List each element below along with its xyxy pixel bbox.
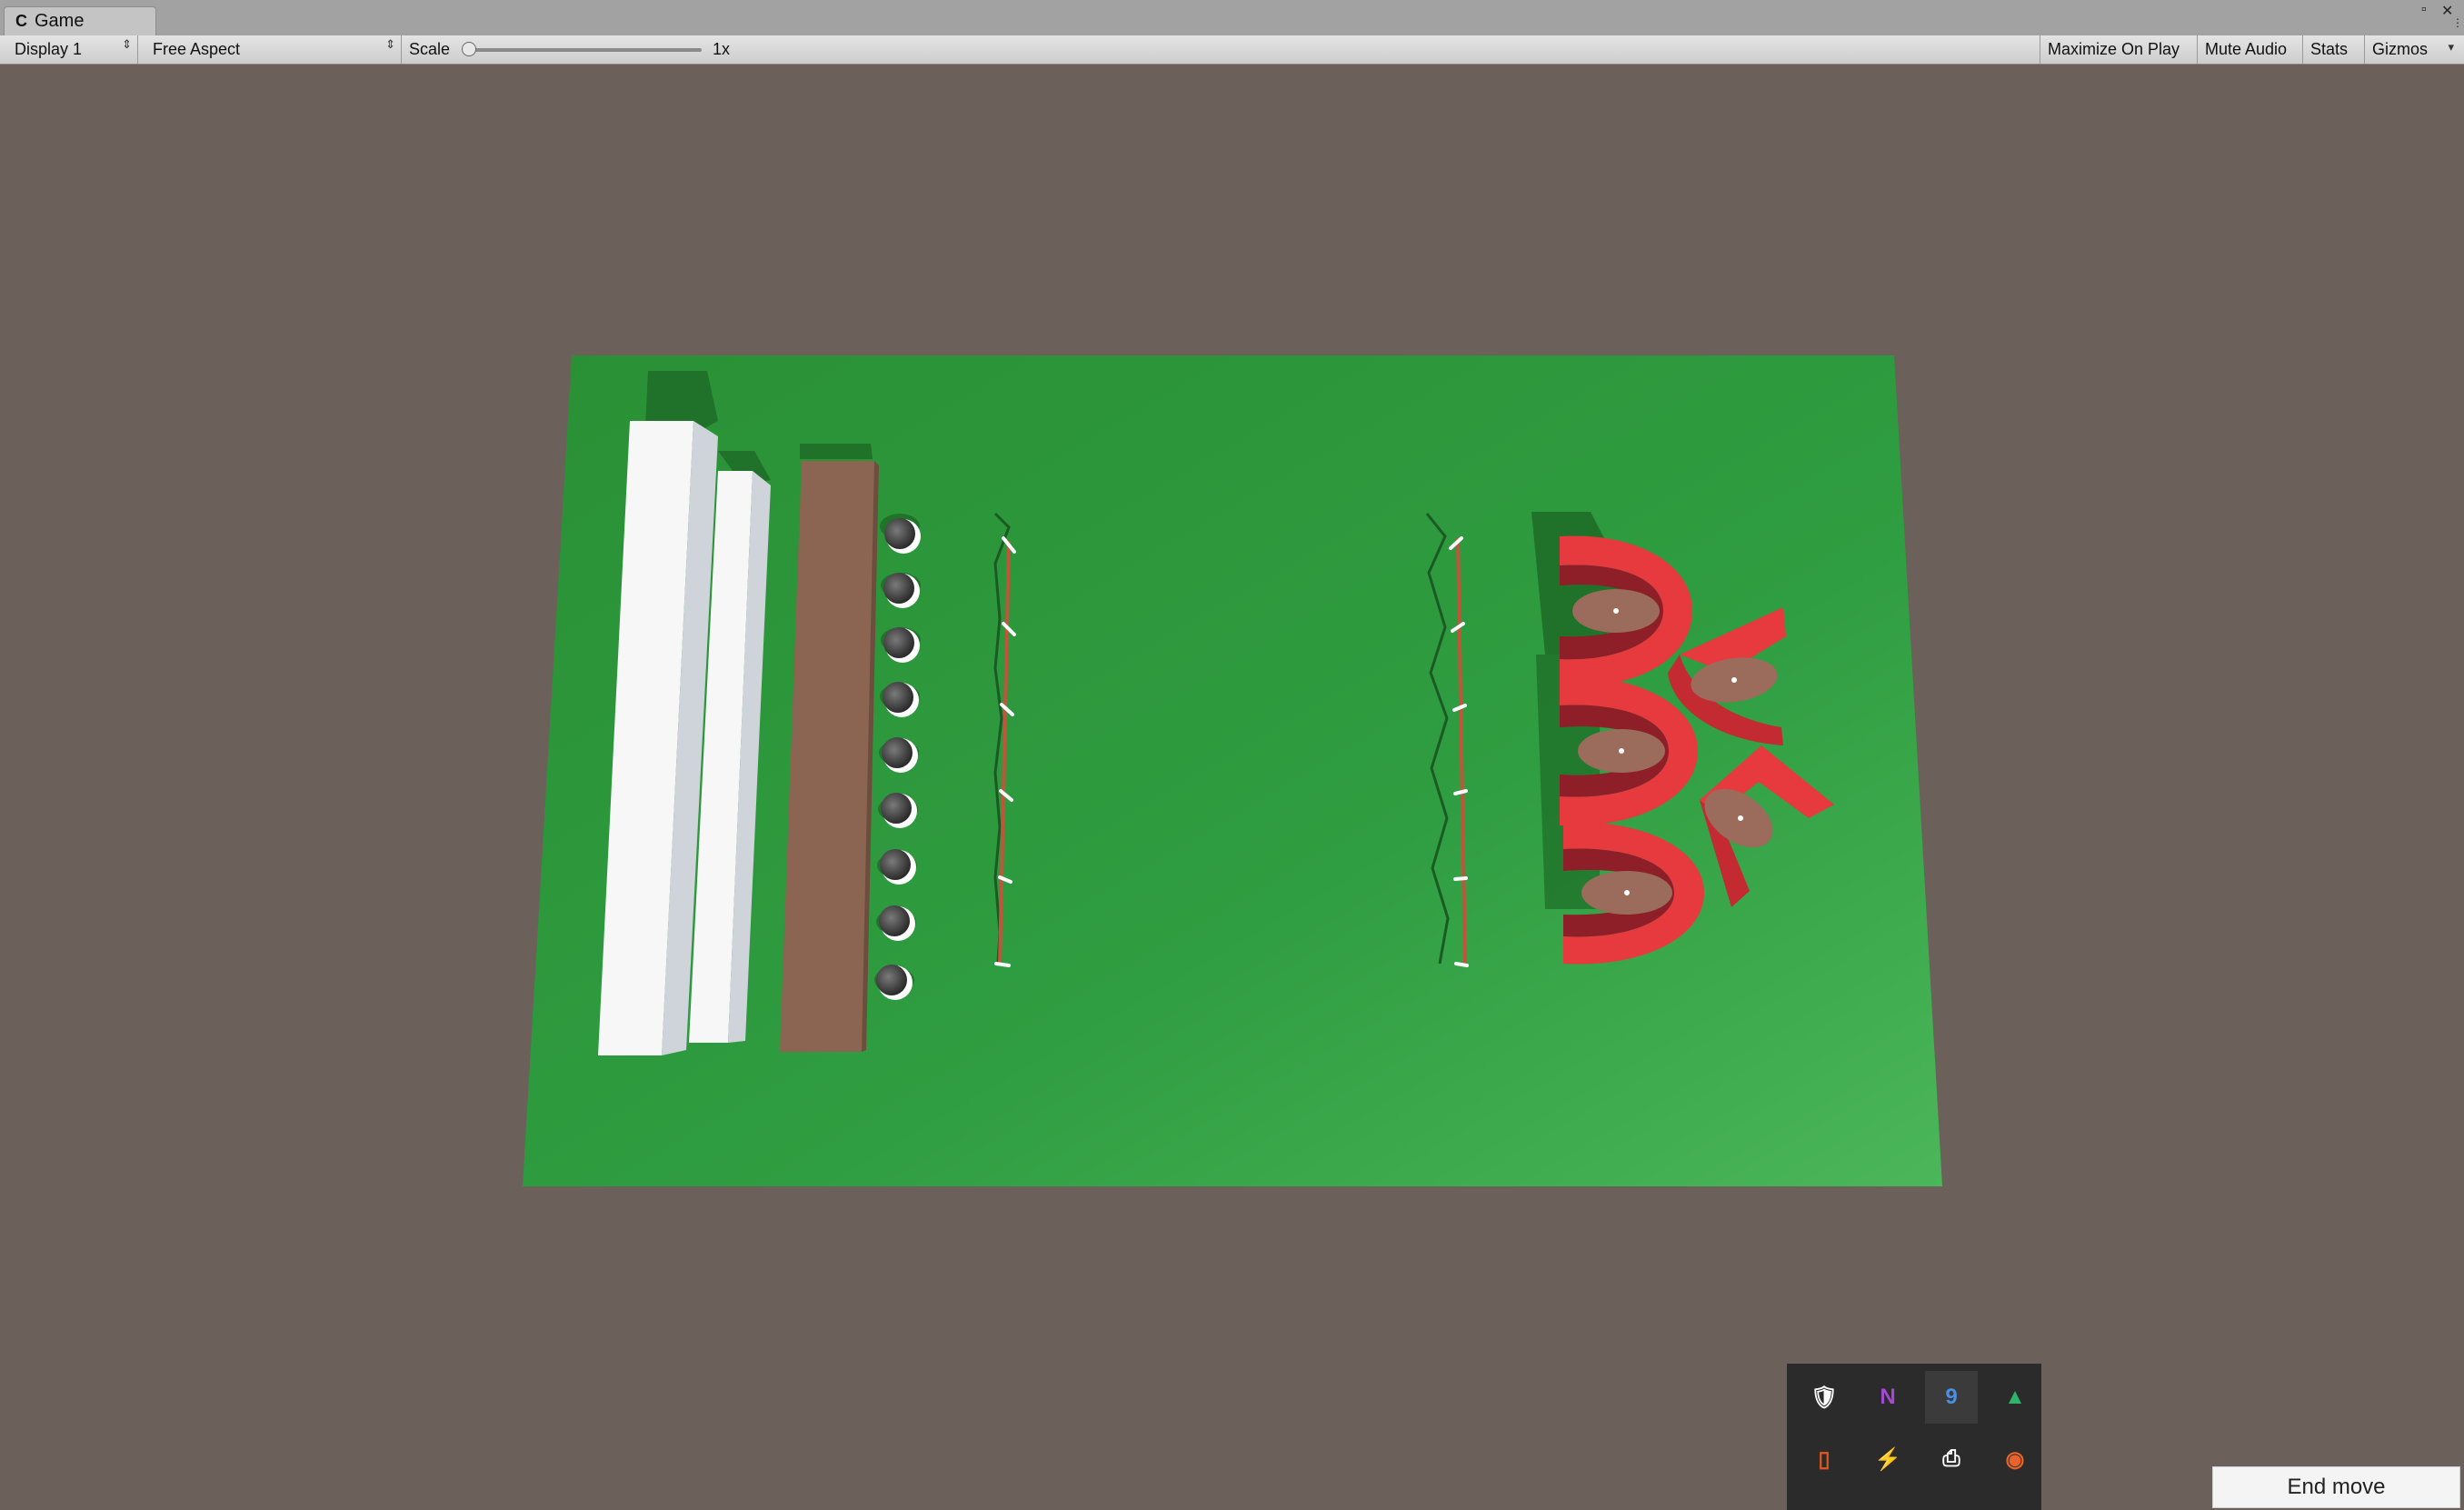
display-dropdown[interactable]: Display 1 ⇕	[7, 35, 138, 64]
tab-game[interactable]: C Game	[4, 6, 156, 35]
office-icon-glyph: ▯	[1818, 1446, 1831, 1472]
game-tab-icon: C	[15, 12, 27, 30]
gizmos-label: Gizmos	[2372, 40, 2429, 58]
scale-slider-thumb[interactable]	[462, 42, 476, 56]
ball-column	[874, 514, 921, 1000]
stepper-arrows-icon: ⇕	[122, 37, 132, 51]
game-view-toolbar: Display 1 ⇕ Free Aspect ⇕ Scale 1x Maxim…	[0, 35, 2464, 65]
office-icon[interactable]: ▯	[1798, 1433, 1850, 1485]
end-move-label: End move	[2287, 1475, 2386, 1499]
mute-audio-label: Mute Audio	[2205, 40, 2288, 58]
chevron-down-icon: ▾	[2448, 40, 2454, 54]
printer-icon[interactable]: ⎙	[1925, 1433, 1978, 1485]
scale-slider-track[interactable]	[473, 48, 702, 52]
scale-value: 1x	[705, 35, 760, 64]
tab-game-label: Game	[35, 11, 85, 31]
gizmos-dropdown[interactable]: Gizmos ▾	[2365, 35, 2459, 64]
display-dropdown-value: Display 1	[15, 40, 83, 58]
stats-label: Stats	[2310, 40, 2349, 58]
shield-icon-glyph: 🛡	[1810, 1385, 1839, 1410]
shield-icon[interactable]: 🛡	[1798, 1371, 1850, 1424]
system-tray-overflow: 🛡 N 9 ▲ ▯ ⚡ ⎙ ◉	[1787, 1364, 2041, 1510]
game-viewport[interactable]	[0, 65, 2464, 1510]
scale-value-text: 1x	[713, 40, 731, 58]
aspect-dropdown[interactable]: Free Aspect ⇕	[145, 35, 402, 64]
app-blue-icon-glyph: 9	[1945, 1385, 1958, 1409]
window-tab-bar: C Game ▫ ✕ ⋮	[0, 0, 2464, 36]
window-menu-icon[interactable]: ⋮	[2452, 16, 2463, 29]
google-drive-icon[interactable]: ▲	[1989, 1371, 2041, 1424]
firefox-icon[interactable]: ◉	[1989, 1433, 2041, 1485]
firefox-icon-glyph: ◉	[2005, 1446, 2025, 1472]
orange-app-icon[interactable]: ⚡	[1861, 1433, 1914, 1485]
onenote-icon-glyph: N	[1880, 1385, 1896, 1409]
printer-icon-glyph: ⎙	[1942, 1446, 1960, 1471]
app-blue-icon[interactable]: 9	[1925, 1371, 1978, 1424]
orange-app-icon-glyph: ⚡	[1874, 1446, 1901, 1472]
google-drive-icon-glyph: ▲	[2004, 1385, 2026, 1409]
stepper-arrows-icon: ⇕	[385, 37, 395, 51]
stats-button[interactable]: Stats	[2303, 35, 2365, 64]
onenote-icon[interactable]: N	[1861, 1371, 1914, 1424]
mute-audio-button[interactable]: Mute Audio	[2198, 35, 2303, 64]
maximize-window-icon[interactable]: ▫	[2421, 2, 2427, 18]
scale-label: Scale	[409, 40, 451, 58]
aspect-dropdown-value: Free Aspect	[153, 40, 241, 58]
maximize-on-play-label: Maximize On Play	[2048, 40, 2180, 58]
maximize-on-play-button[interactable]: Maximize On Play	[2040, 35, 2198, 64]
end-move-button[interactable]: End move	[2212, 1466, 2460, 1508]
